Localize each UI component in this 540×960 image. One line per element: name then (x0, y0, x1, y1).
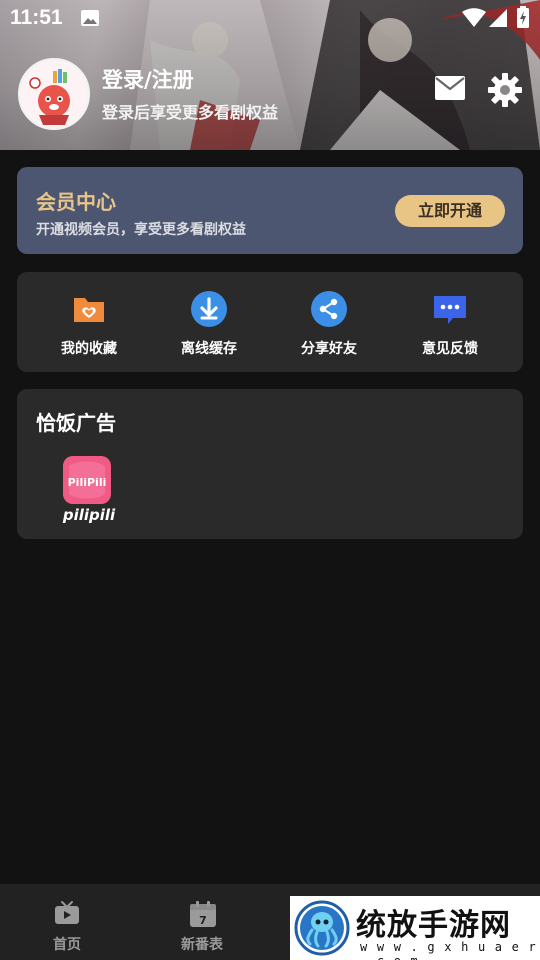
mail-icon[interactable] (434, 74, 466, 102)
pilipili-logo: PiliPili (63, 456, 111, 504)
shortcut-label: 离线缓存 (181, 341, 237, 357)
watermark-url: w w w . g x h u a e r . c o m (360, 940, 537, 960)
vip-center-title: 会员中心 (36, 190, 116, 214)
avatar-cartoon-icon (21, 61, 87, 127)
octopus-logo-icon (294, 900, 350, 956)
download-icon (191, 291, 227, 327)
nav-home[interactable]: 首页 (22, 884, 112, 960)
nav-new-anime-schedule[interactable]: 7 新番表 (157, 884, 247, 960)
calendar-day-text: 7 (199, 914, 207, 927)
image-notification-icon (81, 10, 99, 26)
user-avatar[interactable] (18, 58, 90, 130)
wifi-icon (462, 8, 486, 27)
shortcut-feedback[interactable]: 意见反馈 (390, 272, 510, 372)
login-register-link[interactable]: 登录/注册 (102, 64, 194, 94)
ad-section: 恰饭广告 PiliPili pilipili (17, 389, 523, 539)
ad-section-title: 恰饭广告 (36, 411, 116, 435)
login-benefits-text: 登录后享受更多看剧权益 (102, 103, 279, 122)
status-bar: 11:51 (0, 0, 540, 36)
shortcut-favorites[interactable]: 我的收藏 (29, 272, 149, 372)
tv-icon (55, 901, 79, 924)
status-time: 11:51 (10, 6, 63, 29)
ad-app-pilipili[interactable]: PiliPili pilipili (63, 456, 115, 524)
share-icon (311, 291, 347, 327)
site-watermark: 统放手游网 w w w . g x h u a e r . c o m (290, 896, 540, 960)
ad-app-label: pilipili (62, 506, 116, 524)
vip-center-card[interactable]: 会员中心 开通视频会员，享受更多看剧权益 立即开通 (17, 167, 523, 254)
activate-vip-button[interactable]: 立即开通 (395, 195, 505, 227)
gear-icon[interactable] (487, 72, 523, 108)
pilipili-logo-text: PiliPili (68, 476, 107, 489)
shortcut-label: 我的收藏 (61, 341, 117, 357)
nav-label: 首页 (53, 937, 81, 953)
battery-charging-icon (517, 6, 529, 28)
feedback-chat-icon (434, 296, 466, 324)
nav-label: 新番表 (181, 937, 223, 953)
shortcut-label: 意见反馈 (422, 341, 478, 357)
profile-header: 11:51 登录/注册 登录后享受更多看剧权益 (0, 0, 540, 150)
shortcut-offline-cache[interactable]: 离线缓存 (149, 272, 269, 372)
shortcuts-panel: 我的收藏 离线缓存 分享好友 意见反馈 (17, 272, 523, 372)
favorites-folder-icon (74, 298, 104, 322)
shortcut-label: 分享好友 (301, 341, 357, 357)
shortcut-share-friends[interactable]: 分享好友 (269, 272, 389, 372)
vip-center-subtitle: 开通视频会员，享受更多看剧权益 (36, 222, 246, 238)
calendar-icon: 7 (190, 901, 216, 927)
pilipili-app-icon: PiliPili (63, 456, 111, 504)
signal-icon (489, 9, 507, 27)
watermark-title: 统放手游网 (356, 908, 511, 943)
